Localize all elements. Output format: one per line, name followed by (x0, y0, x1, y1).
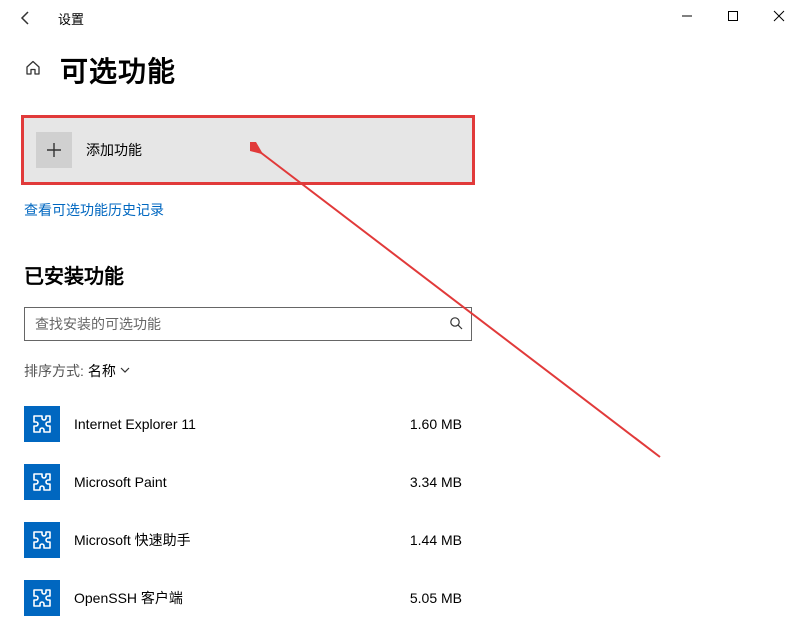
feature-size: 1.44 MB (410, 532, 472, 548)
sort-row: 排序方式: 名称 (24, 361, 802, 381)
puzzle-icon (24, 406, 60, 442)
feature-name: OpenSSH 客户端 (74, 588, 410, 608)
feature-name: Microsoft Paint (74, 474, 410, 490)
feature-size: 3.34 MB (410, 474, 472, 490)
sort-label: 排序方式: (24, 361, 84, 381)
feature-item[interactable]: Internet Explorer 111.60 MB (24, 395, 472, 453)
search-icon (449, 316, 463, 333)
window-title: 设置 (58, 9, 84, 28)
feature-size: 5.05 MB (410, 590, 472, 606)
history-link[interactable]: 查看可选功能历史记录 (24, 200, 802, 220)
puzzle-icon (24, 580, 60, 616)
close-button[interactable] (756, 0, 802, 32)
feature-name: Internet Explorer 11 (74, 416, 410, 432)
add-feature-label: 添加功能 (86, 140, 142, 160)
search-box[interactable] (24, 307, 472, 341)
chevron-down-icon (120, 365, 130, 378)
page-header: 可选功能 (24, 50, 802, 90)
window-controls (664, 0, 802, 32)
feature-item[interactable]: Microsoft Paint3.34 MB (24, 453, 472, 511)
plus-icon (36, 132, 72, 168)
installed-heading: 已安装功能 (24, 260, 802, 289)
sort-value: 名称 (88, 361, 116, 381)
page-title: 可选功能 (60, 50, 176, 90)
feature-size: 1.60 MB (410, 416, 472, 432)
minimize-button[interactable] (664, 0, 710, 32)
search-input[interactable] (35, 316, 449, 332)
feature-item[interactable]: Microsoft 快速助手1.44 MB (24, 511, 472, 569)
back-button[interactable] (8, 0, 44, 36)
feature-name: Microsoft 快速助手 (74, 530, 410, 550)
feature-list: Internet Explorer 111.60 MBMicrosoft Pai… (24, 395, 802, 627)
sort-dropdown[interactable]: 名称 (88, 361, 130, 381)
maximize-button[interactable] (710, 0, 756, 32)
add-feature-button[interactable]: 添加功能 (24, 118, 472, 182)
puzzle-icon (24, 464, 60, 500)
puzzle-icon (24, 522, 60, 558)
feature-item[interactable]: OpenSSH 客户端5.05 MB (24, 569, 472, 627)
home-icon[interactable] (24, 59, 42, 82)
